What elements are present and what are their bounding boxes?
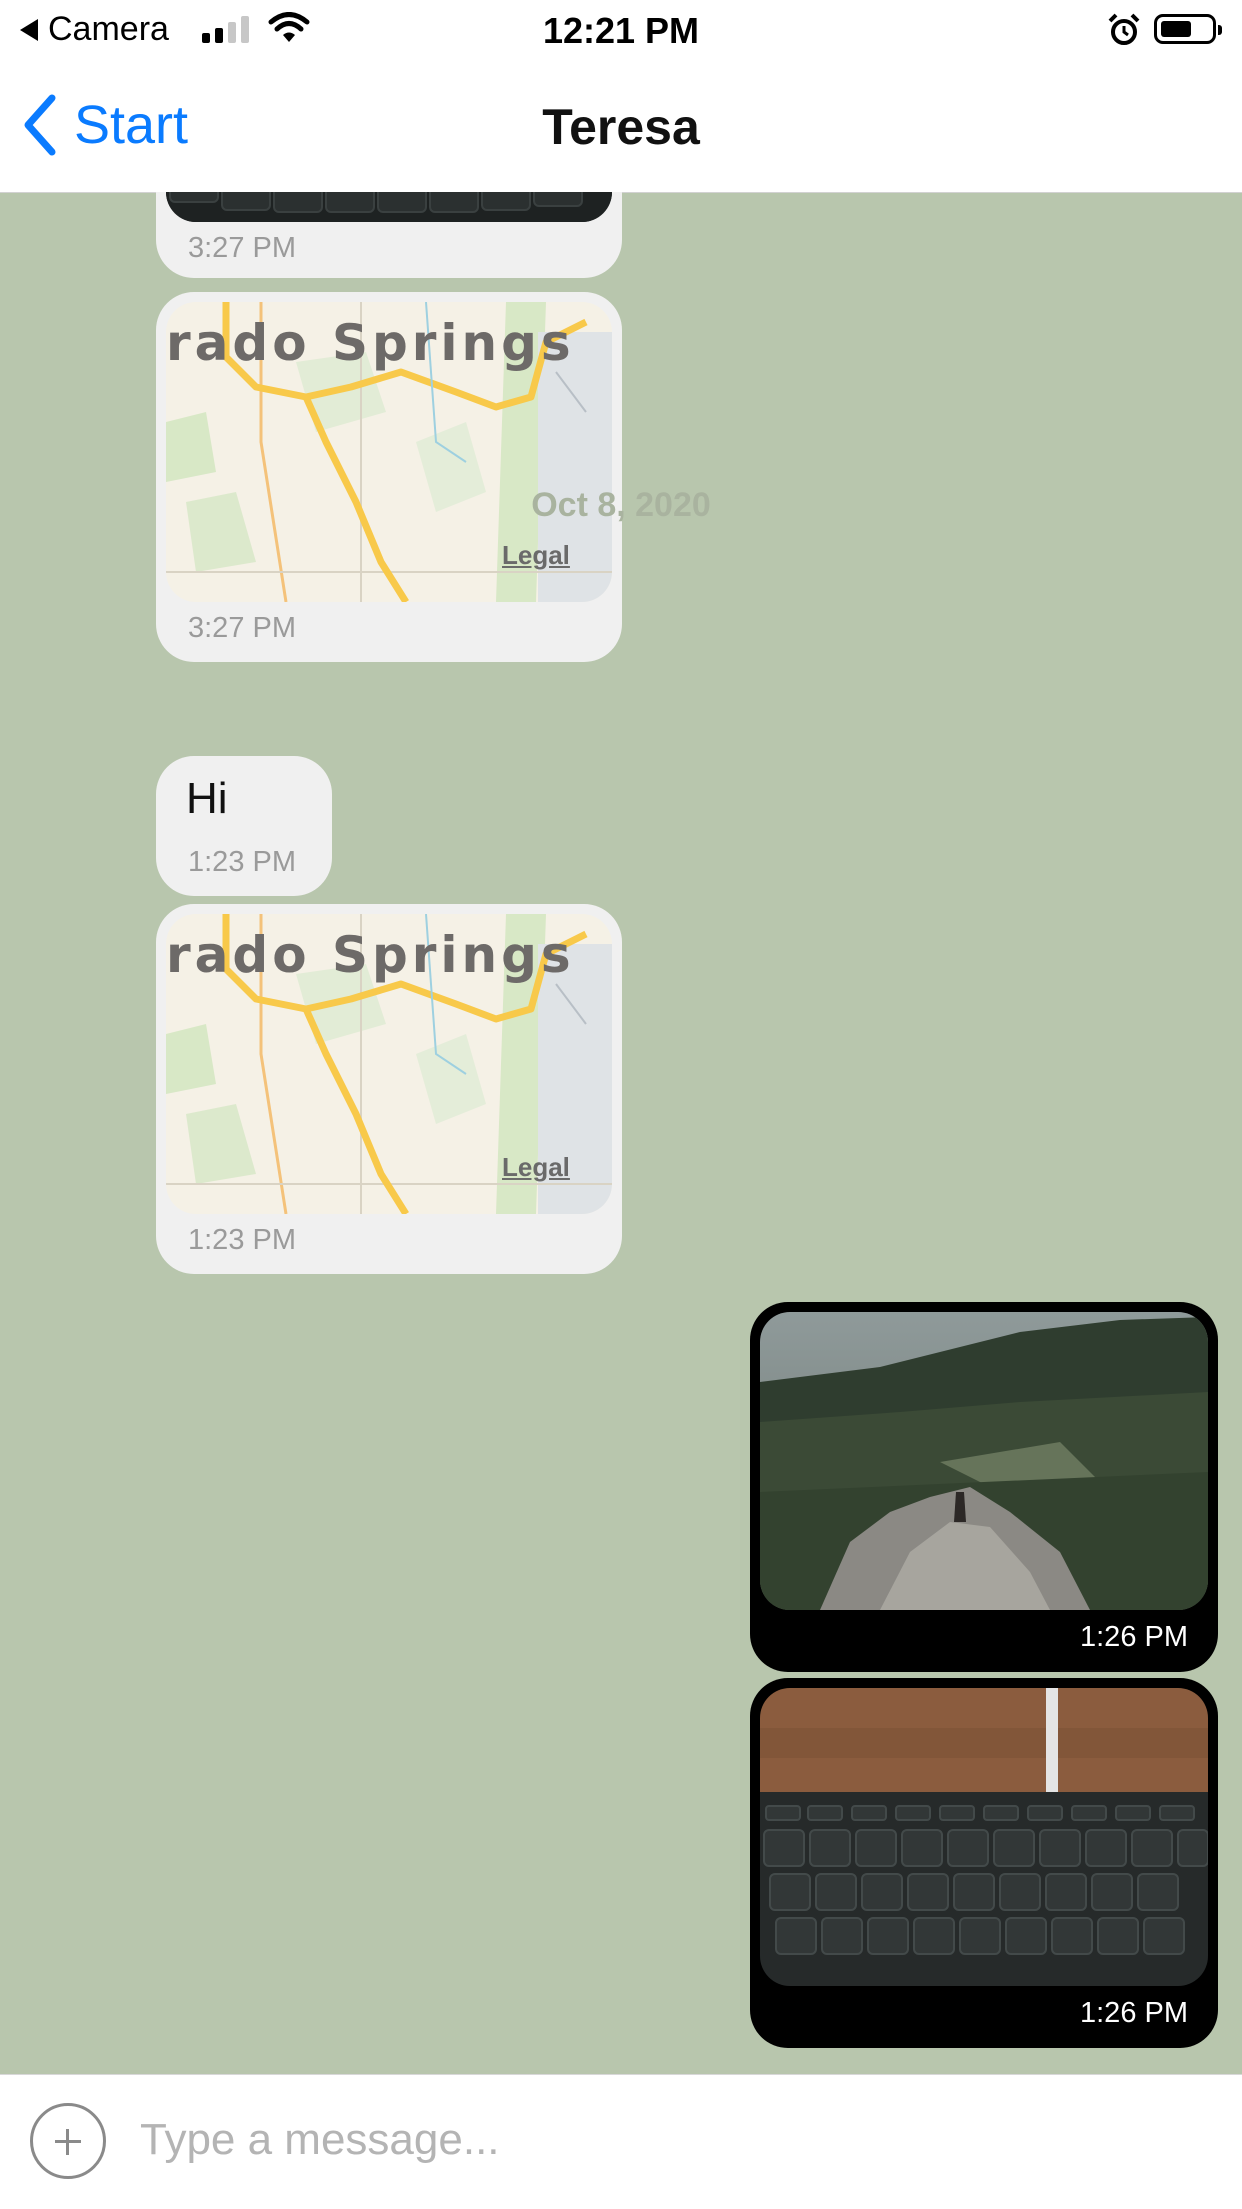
status-time: 12:21 PM xyxy=(542,10,700,51)
message-photo[interactable] xyxy=(760,1688,1208,1986)
outgoing-image-message[interactable]: 1:26 PM xyxy=(750,1678,1218,2048)
map-preview[interactable]: rado Springs Legal xyxy=(166,302,612,602)
message-input[interactable] xyxy=(138,2103,1202,2177)
outgoing-image-message[interactable]: 1:26 PM xyxy=(750,1302,1218,1672)
message-text: Hi xyxy=(186,774,228,823)
incoming-text-message[interactable]: Hi 1:23 PM xyxy=(156,756,332,896)
date-separator: Oct 8, 2020 xyxy=(531,486,711,524)
message-time: 1:23 PM xyxy=(188,846,296,878)
message-time: 1:26 PM xyxy=(1080,1997,1188,2029)
map-preview[interactable]: rado Springs Legal xyxy=(166,914,612,1214)
message-time: 3:27 PM xyxy=(188,612,296,644)
plus-icon[interactable] xyxy=(30,2103,106,2179)
incoming-map-message[interactable]: rado Springs Legal 1:23 PM xyxy=(156,904,622,1274)
message-list[interactable]: 3:27 PM rado Springs Legal 3:27 PM Oct 8… xyxy=(0,192,1242,2074)
message-time: 3:27 PM xyxy=(188,232,296,264)
status-bar: Camera 12:21 PM xyxy=(0,0,1242,64)
message-composer xyxy=(0,2074,1242,2209)
alarm-icon xyxy=(1108,13,1140,45)
map-place-label: rado Springs xyxy=(166,926,575,984)
incoming-map-message[interactable]: rado Springs Legal 3:27 PM xyxy=(156,292,622,662)
map-legal-link[interactable]: Legal xyxy=(502,1152,570,1183)
navigation-bar: Start Teresa xyxy=(0,64,1242,193)
message-time: 1:23 PM xyxy=(188,1224,296,1256)
map-legal-link[interactable]: Legal xyxy=(502,540,570,571)
message-photo[interactable] xyxy=(166,192,612,222)
battery-icon xyxy=(1154,14,1222,44)
conversation-title: Teresa xyxy=(542,99,700,155)
map-place-label: rado Springs xyxy=(166,314,575,372)
message-photo[interactable] xyxy=(760,1312,1208,1610)
message-time: 1:26 PM xyxy=(1080,1621,1188,1653)
incoming-image-message[interactable]: 3:27 PM xyxy=(156,192,622,278)
